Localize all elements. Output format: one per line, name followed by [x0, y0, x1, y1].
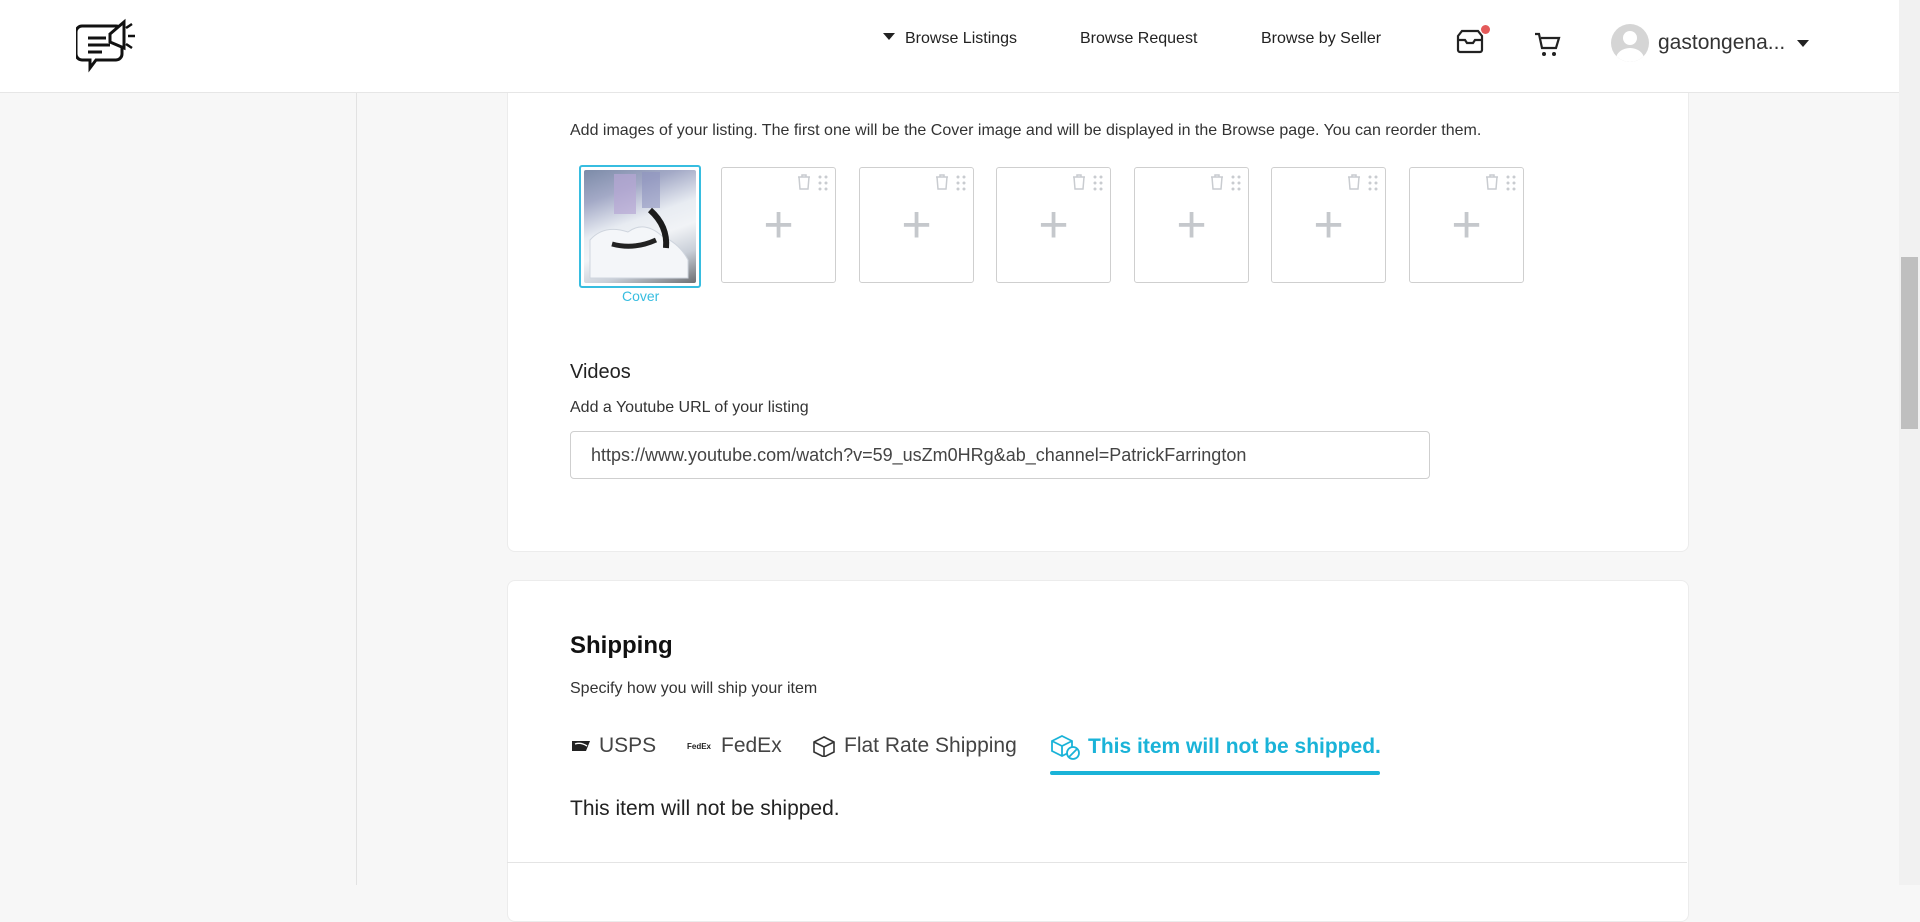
browse-by-seller-link[interactable]: Browse by Seller — [1261, 30, 1381, 48]
caret-down-icon — [883, 33, 895, 41]
image-slot-3[interactable]: + — [859, 167, 974, 283]
drag-handle-icon[interactable] — [1231, 175, 1241, 191]
browse-listings-menu[interactable]: Browse Listings — [883, 30, 1017, 48]
usps-icon — [572, 741, 590, 751]
plus-icon: + — [763, 196, 794, 254]
scrollbar-thumb[interactable] — [1901, 257, 1918, 429]
youtube-url-input[interactable] — [570, 431, 1430, 479]
drag-handle-icon[interactable] — [818, 175, 828, 191]
plus-icon: + — [901, 196, 932, 254]
drag-handle-icon[interactable] — [956, 175, 966, 191]
tab-usps[interactable]: USPS — [571, 734, 656, 758]
notification-dot — [1481, 25, 1490, 34]
plus-icon: + — [1451, 196, 1482, 254]
plus-icon: + — [1176, 196, 1207, 254]
active-tab-indicator — [1050, 771, 1380, 775]
plus-icon: + — [1038, 196, 1069, 254]
videos-description: Add a Youtube URL of your listing — [570, 399, 809, 416]
avatar-body — [1616, 48, 1644, 62]
divider — [507, 862, 1687, 863]
cover-image — [584, 170, 696, 283]
box-icon — [813, 736, 835, 757]
trash-icon[interactable] — [797, 174, 811, 190]
tab-fedex-label: FedEx — [721, 734, 782, 757]
videos-title: Videos — [570, 361, 631, 383]
browse-request-link[interactable]: Browse Request — [1080, 30, 1197, 48]
no-ship-icon — [1051, 734, 1080, 760]
tab-not-shipped-label: This item will not be shipped. — [1088, 735, 1381, 758]
avatar-head — [1623, 31, 1637, 45]
inbox-button[interactable] — [1454, 25, 1490, 61]
shipping-description: Specify how you will ship your item — [570, 680, 818, 697]
tab-flat-rate-shipping[interactable]: Flat Rate Shipping — [812, 734, 1017, 758]
user-menu-caret-icon[interactable] — [1797, 40, 1809, 47]
trash-icon[interactable] — [1347, 174, 1361, 190]
shipping-selected-message: This item will not be shipped. — [570, 797, 840, 820]
logo-icon[interactable] — [76, 14, 138, 78]
tab-flat-rate-label: Flat Rate Shipping — [844, 734, 1017, 757]
cart-icon — [1535, 32, 1561, 56]
drag-handle-icon[interactable] — [1368, 175, 1378, 191]
image-slot-4[interactable]: + — [996, 167, 1111, 283]
cover-image-slot[interactable] — [579, 165, 701, 288]
image-slot-5[interactable]: + — [1134, 167, 1249, 283]
trash-icon[interactable] — [1210, 174, 1224, 190]
tab-not-shipped[interactable]: This item will not be shipped. — [1050, 734, 1381, 760]
plus-icon: + — [1313, 196, 1344, 254]
trash-icon[interactable] — [1072, 174, 1086, 190]
username[interactable]: gastongena... — [1658, 31, 1785, 55]
shipping-title: Shipping — [570, 632, 673, 659]
page-scrollbar[interactable] — [1899, 0, 1920, 885]
fedex-icon: FedEx — [687, 742, 712, 751]
image-slot-6[interactable]: + — [1271, 167, 1386, 283]
avatar[interactable] — [1611, 24, 1649, 62]
drag-handle-icon[interactable] — [1093, 175, 1103, 191]
svg-text:FedEx: FedEx — [687, 742, 712, 751]
tab-fedex[interactable]: FedEx FedEx — [687, 734, 782, 758]
cover-label: Cover — [622, 288, 660, 304]
trash-icon[interactable] — [1485, 174, 1499, 190]
left-sidebar — [0, 92, 357, 885]
image-slot-7[interactable]: + — [1409, 167, 1524, 283]
cart-button[interactable] — [1534, 32, 1562, 63]
drag-handle-icon[interactable] — [1506, 175, 1516, 191]
browse-listings-label: Browse Listings — [905, 30, 1018, 47]
image-slot-2[interactable]: + — [721, 167, 836, 283]
top-navbar: Browse Listings Browse Request Browse by… — [0, 0, 1899, 93]
trash-icon[interactable] — [935, 174, 949, 190]
tab-usps-label: USPS — [599, 734, 657, 757]
media-description: Add images of your listing. The first on… — [570, 122, 1482, 139]
